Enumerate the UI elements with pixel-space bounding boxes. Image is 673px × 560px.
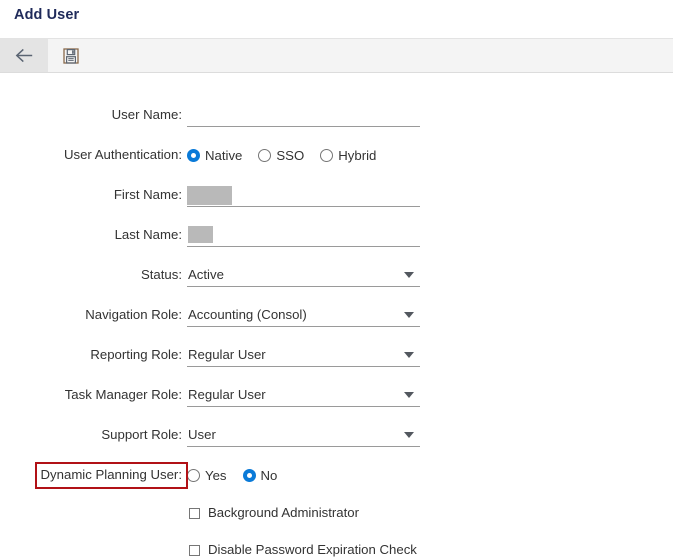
radio-label-yes: Yes [205,467,227,483]
checkbox-background-administrator[interactable] [189,507,200,519]
status-select[interactable]: Active [187,264,420,287]
radio-option-hybrid[interactable]: Hybrid [320,148,376,163]
field-row-support-role: Support Role: User [0,424,673,454]
dynamic-planning-user-radio-group: Yes No [187,464,277,486]
task-manager-role-select[interactable]: Regular User [187,384,420,407]
checkbox-row-disable-password-expiration-check[interactable]: Disable Password Expiration Check [189,540,417,560]
field-row-last-name: Last Name: [0,224,673,254]
label-user-authentication: User Authentication: [63,147,182,162]
radio-indicator-native[interactable] [187,148,200,162]
radio-label-sso: SSO [276,147,305,163]
label-support-role: Support Role: [101,427,182,442]
radio-label-no: No [260,467,278,483]
navigation-role-value: Accounting (Consol) [188,307,307,322]
checkbox-row-background-administrator[interactable]: Background Administrator [189,503,359,523]
control-reporting-role: Regular User [187,344,420,368]
field-row-user-authentication: User Authentication: Native SSO Hybrid [0,144,673,174]
label-navigation-role: Navigation Role: [85,307,182,322]
redaction-block-last-name [188,226,213,243]
control-first-name [187,184,420,208]
label-task-manager-role: Task Manager Role: [64,387,182,402]
control-user-name [187,104,420,128]
user-authentication-radio-group: Native SSO Hybrid [187,144,376,166]
first-name-input[interactable] [187,184,420,207]
back-button[interactable] [0,39,48,72]
label-status: Status: [140,267,182,282]
chevron-down-icon[interactable] [404,392,414,398]
field-row-first-name: First Name: [0,184,673,214]
checkbox-label-background-administrator: Background Administrator [208,505,359,520]
control-last-name [187,224,420,248]
radio-option-sso[interactable]: SSO [258,148,304,163]
radio-label-native: Native [205,147,243,163]
control-status: Active [187,264,420,288]
toolbar [0,38,673,73]
chevron-down-icon[interactable] [404,352,414,358]
reporting-role-value: Regular User [188,347,266,362]
last-name-input[interactable] [187,224,420,247]
label-user-name: User Name: [111,107,182,122]
status-value: Active [188,267,224,282]
arrow-left-icon [15,48,34,63]
field-row-task-manager-role: Task Manager Role: Regular User [0,384,673,414]
control-support-role: User [187,424,420,448]
label-first-name: First Name: [113,187,182,202]
radio-option-yes[interactable]: Yes [187,468,227,483]
radio-option-native[interactable]: Native [187,148,242,163]
navigation-role-select[interactable]: Accounting (Consol) [187,304,420,327]
field-row-user-name: User Name: [0,104,673,134]
radio-indicator-sso[interactable] [258,148,272,162]
field-row-dynamic-planning-user: Dynamic Planning User: Yes No [0,464,673,494]
label-dynamic-planning-user: Dynamic Planning User: [40,467,182,482]
reporting-role-select[interactable]: Regular User [187,344,420,367]
task-manager-role-value: Regular User [188,387,266,402]
page-title: Add User [14,7,80,23]
field-row-status: Status: Active [0,264,673,294]
checkbox-label-disable-password-expiration-check: Disable Password Expiration Check [208,542,417,557]
chevron-down-icon[interactable] [404,272,414,278]
checkbox-disable-password-expiration-check[interactable] [189,544,200,556]
save-button[interactable] [52,39,90,72]
radio-indicator-yes[interactable] [187,468,200,482]
chevron-down-icon[interactable] [404,312,414,318]
chevron-down-icon[interactable] [404,432,414,438]
radio-option-no[interactable]: No [242,467,278,483]
redaction-block-first-name [187,186,232,205]
field-row-reporting-role: Reporting Role: Regular User [0,344,673,374]
radio-indicator-hybrid[interactable] [320,148,334,162]
label-last-name: Last Name: [114,227,182,242]
control-navigation-role: Accounting (Consol) [187,304,420,328]
support-role-value: User [188,427,216,442]
user-name-input[interactable] [187,104,420,127]
radio-indicator-no[interactable] [242,468,256,482]
support-role-select[interactable]: User [187,424,420,447]
label-reporting-role: Reporting Role: [90,347,182,362]
radio-label-hybrid: Hybrid [338,147,377,163]
floppy-disk-save-icon [63,47,79,64]
control-task-manager-role: Regular User [187,384,420,408]
field-row-navigation-role: Navigation Role: Accounting (Consol) [0,304,673,334]
